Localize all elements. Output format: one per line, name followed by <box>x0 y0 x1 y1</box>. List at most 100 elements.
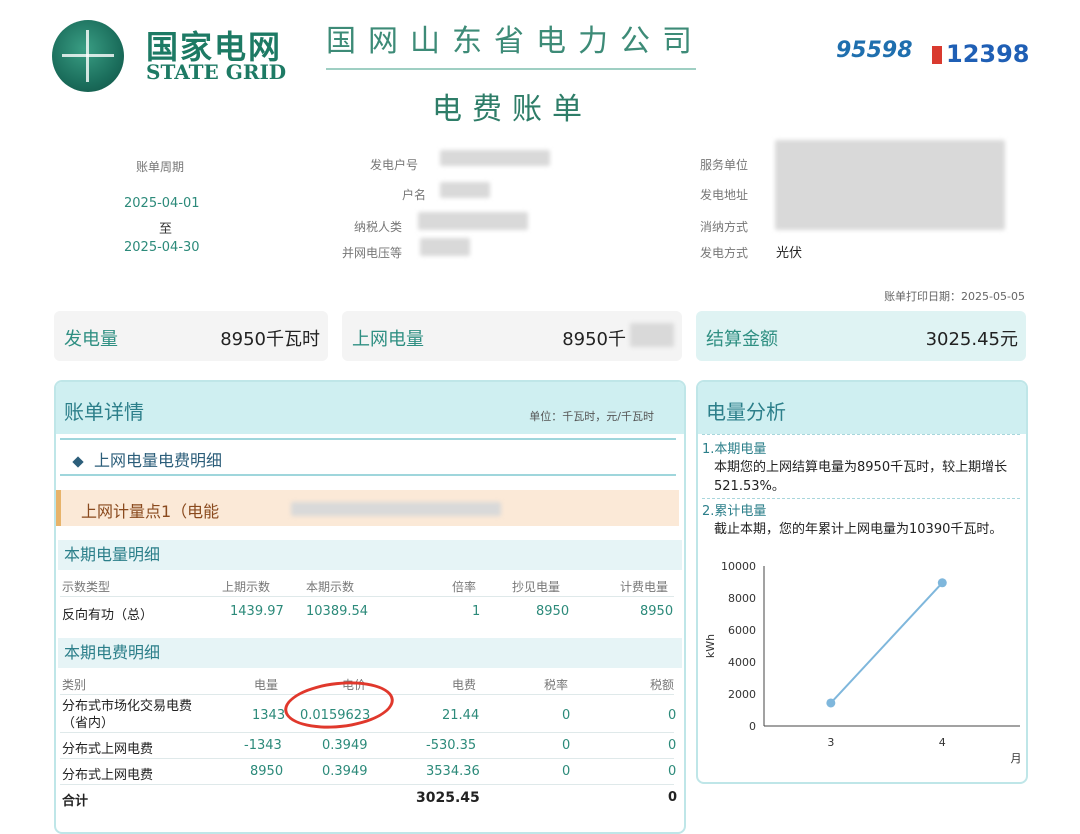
y-tick-label: 10000 <box>721 560 756 573</box>
grid-fee-section-title: 上网电量电费明细 <box>94 451 223 470</box>
x-tick-label: 4 <box>939 736 946 749</box>
summary-grid: 上网电量 8950千 <box>342 311 682 361</box>
row-divider <box>60 732 674 733</box>
col-curr-reading: 本期示数 <box>306 580 355 594</box>
gen-mode-value: 光伏 <box>776 246 803 261</box>
y-tick-label: 0 <box>749 720 756 733</box>
col-meter-energy: 抄见电量 <box>512 580 561 594</box>
state-grid-logo-icon <box>52 20 124 92</box>
analysis-text-1: 本期您的上网结算电量为8950千瓦时，较上期增长521.53%。 <box>714 460 1008 494</box>
logo-english-text: STATE GRID <box>146 60 287 84</box>
summary-settlement: 结算金额 3025.45元 <box>696 311 1026 361</box>
fee-row-2-category: 分布式上网电费 <box>62 742 154 757</box>
col-multiplier: 倍率 <box>452 580 477 594</box>
col-prev-reading: 上期示数 <box>222 580 271 594</box>
gen-mode-label: 发电方式 <box>700 246 749 260</box>
col-tax-rate: 税率 <box>544 678 569 692</box>
unit-note: 单位：千瓦时，元/千瓦时 <box>529 410 654 423</box>
energy-analysis-header: 电量分析 <box>698 382 1026 434</box>
fee-row-3-tax-rate: 0 <box>562 764 571 779</box>
y-tick-label: 8000 <box>728 592 756 605</box>
meter-point-bar: 上网计量点1（电能 <box>56 490 679 526</box>
fee-row-1-tax-rate: 0 <box>562 708 571 723</box>
redacted-grid-unit <box>630 323 674 347</box>
fee-row-2-price: 0.3949 <box>322 738 368 753</box>
hotline-95598: 95598 <box>836 38 913 63</box>
diamond-icon <box>72 456 84 468</box>
meter-point-label: 上网计量点1（电能 <box>81 502 220 521</box>
energy-row-meter: 8950 <box>536 604 570 619</box>
header-divider <box>326 68 696 70</box>
generation-value: 8950千瓦时 <box>220 329 320 350</box>
energy-row-billed: 8950 <box>640 604 674 619</box>
taxpayer-label: 纳税人类 <box>354 220 403 234</box>
fee-row-1-fee: 21.44 <box>442 708 480 723</box>
account-name-label: 户名 <box>402 188 427 202</box>
y-tick-label: 4000 <box>728 656 756 669</box>
service-unit-label: 服务单位 <box>700 158 749 172</box>
col-tax-amount: 税额 <box>650 678 675 692</box>
fee-row-1-category: 分布式市场化交易电费（省内） <box>62 699 193 731</box>
fee-row-3-tax: 0 <box>668 764 677 779</box>
redacted-account <box>440 150 550 166</box>
energy-row-prev: 1439.97 <box>230 604 284 619</box>
gen-account-label: 发电户号 <box>370 158 419 172</box>
redacted-name <box>440 182 490 198</box>
col-fee: 电费 <box>452 678 477 692</box>
energy-analysis-title: 电量分析 <box>706 400 786 424</box>
row-divider <box>60 758 674 759</box>
total-tax: 0 <box>668 790 678 805</box>
settlement-value: 3025.45元 <box>925 329 1018 350</box>
energy-row-multiplier: 1 <box>472 604 481 619</box>
y-tick-label: 2000 <box>728 688 756 701</box>
grid-label: 上网电量 <box>352 329 424 350</box>
fee-row-3-price: 0.3949 <box>322 764 368 779</box>
fee-row-2-tax-rate: 0 <box>562 738 571 753</box>
dashed-divider <box>702 498 1020 499</box>
row-divider <box>60 784 674 785</box>
period-from: 2025-04-01 <box>124 196 200 211</box>
summary-generation: 发电量 8950千瓦时 <box>54 311 328 361</box>
y-tick-label: 6000 <box>728 624 756 637</box>
data-point <box>937 578 947 588</box>
fee-row-3-energy: 8950 <box>250 764 284 779</box>
col-reading-type: 示数类型 <box>62 580 111 594</box>
fee-row-3-fee: 3534.36 <box>426 764 480 779</box>
dashed-divider <box>702 434 1020 435</box>
settlement-label: 结算金额 <box>706 329 778 350</box>
energy-detail-heading: 本期电量明细 <box>58 540 682 570</box>
analysis-text-2: 截止本期，您的年累计上网电量为10390千瓦时。 <box>714 522 1003 537</box>
gen-address-label: 发电地址 <box>700 188 749 202</box>
row-divider <box>60 596 674 597</box>
redacted-service-info <box>775 140 1005 230</box>
fee-detail-heading: 本期电费明细 <box>58 638 682 668</box>
col-billed-energy: 计费电量 <box>620 580 669 594</box>
grid-value: 8950千 <box>562 329 626 350</box>
col-category: 类别 <box>62 678 87 692</box>
grid-fee-section: 上网电量电费明细 <box>60 438 676 476</box>
y-axis-label: kWh <box>704 634 717 658</box>
period-label: 账单周期 <box>136 160 185 174</box>
analysis-heading-1: 1.本期电量 <box>702 442 767 457</box>
x-tick-label: 3 <box>827 736 834 749</box>
energy-analysis-panel: 电量分析 1.本期电量 本期您的上网结算电量为8950千瓦时，较上期增长521.… <box>696 380 1028 784</box>
x-axis-label: 月 <box>1011 752 1022 765</box>
company-name: 国网山东省电力公司 <box>326 24 704 59</box>
fee-row-2-fee: -530.35 <box>426 738 477 753</box>
hotline-12398: 12398 <box>932 40 1030 68</box>
energy-row-curr: 10389.54 <box>306 604 369 619</box>
fee-row-1-energy: 1343 <box>252 708 286 723</box>
total-label: 合计 <box>62 794 89 809</box>
voltage-label: 并网电压等 <box>342 246 403 260</box>
consume-label: 消纳方式 <box>700 220 749 234</box>
period-to-word: 至 <box>159 222 173 237</box>
fee-row-2-tax: 0 <box>668 738 677 753</box>
period-to: 2025-04-30 <box>124 240 200 255</box>
data-point <box>826 698 836 708</box>
fee-row-2-energy: -1343 <box>244 738 282 753</box>
total-fee: 3025.45 <box>416 790 480 806</box>
energy-line-chart: 0 2000 4000 6000 8000 10000 3 4 kWh 月 <box>704 560 1022 765</box>
bill-detail-header: 账单详情 单位：千瓦时，元/千瓦时 <box>56 382 684 434</box>
generation-label: 发电量 <box>64 329 118 350</box>
bill-detail-panel: 账单详情 单位：千瓦时，元/千瓦时 上网电量电费明细 上网计量点1（电能 本期电… <box>54 380 686 834</box>
